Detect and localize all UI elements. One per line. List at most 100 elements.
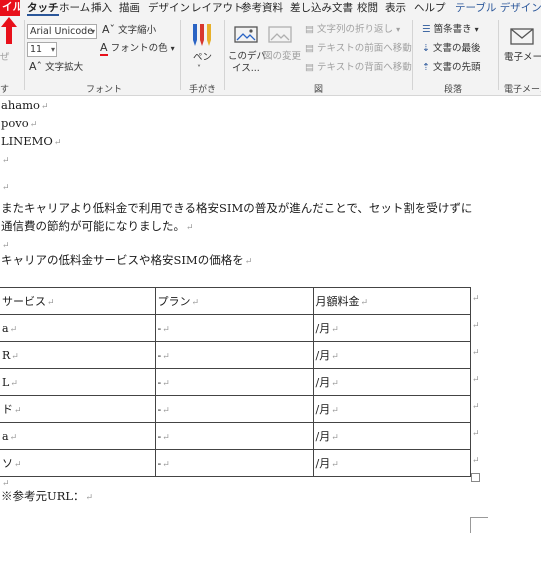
- change-picture-icon[interactable]: [268, 26, 292, 46]
- tab-references[interactable]: 参考資料: [241, 1, 283, 16]
- table-cell[interactable]: /月↵: [312, 422, 471, 450]
- paragraph-mark-icon: ↵: [186, 223, 194, 233]
- tab-table-design[interactable]: テーブル デザイン: [455, 1, 541, 16]
- table-header-row: サービス↵ プラン↵ 月額料金↵: [0, 287, 471, 315]
- wrap-text-label: 文字列の折り返し: [317, 24, 394, 35]
- cell-text: a: [2, 429, 9, 443]
- email-icon[interactable]: [510, 26, 534, 46]
- doc-line: ↵: [1, 152, 10, 168]
- font-shrink-icon: Aˇ: [102, 23, 116, 36]
- tab-review[interactable]: 校閲: [357, 1, 378, 16]
- this-device-picture-icon[interactable]: [234, 26, 258, 46]
- table-cell[interactable]: /月↵: [312, 341, 471, 369]
- tab-insert[interactable]: 挿入: [91, 1, 112, 16]
- table-cell[interactable]: a↵: [0, 314, 156, 342]
- go-to-start-button[interactable]: ⇡ 文書の先頭: [422, 62, 481, 74]
- tab-view[interactable]: 表示: [385, 1, 406, 16]
- cell-mark-icon: ↵: [191, 298, 200, 308]
- doc-line: ※参考元URL：↵: [1, 489, 93, 505]
- paragraph-mark-icon: ↵: [244, 257, 253, 267]
- doc-line-text: キャリアの低料金サービスや格安SIMの価格を: [1, 253, 244, 267]
- cell-text: プラン: [157, 295, 191, 308]
- font-grow-icon: Aˆ: [29, 60, 43, 73]
- table-cell[interactable]: -↵: [154, 422, 314, 450]
- cell-mark-icon: ↵: [331, 352, 339, 362]
- chevron-down-icon[interactable]: ˅: [197, 63, 201, 74]
- cell-mark-icon: ↵: [14, 460, 22, 470]
- cell-text: /月: [315, 430, 331, 443]
- this-device-label-1[interactable]: このデバ: [228, 51, 266, 62]
- tab-touch[interactable]: タッチ: [27, 1, 59, 16]
- row-end-mark-icon: ↵: [472, 429, 480, 439]
- font-name-value: Arial Unicode: [30, 26, 94, 37]
- cell-text: -: [157, 456, 162, 470]
- row-end-mark-icon: ↵: [472, 402, 480, 412]
- paragraph-mark-icon: ↵: [2, 241, 10, 251]
- table-cell[interactable]: a↵: [0, 422, 156, 450]
- table-cell[interactable]: /月↵: [312, 368, 471, 396]
- doc-line-text: povo: [1, 116, 29, 130]
- wrap-text-button[interactable]: ▤ 文字列の折り返し ▾: [305, 24, 400, 36]
- table-cell[interactable]: ド↵: [0, 395, 156, 423]
- table-cell[interactable]: -↵: [154, 395, 314, 423]
- table-header-cell[interactable]: 月額料金↵: [312, 287, 471, 315]
- table-cell[interactable]: R↵: [0, 341, 156, 369]
- table-cell[interactable]: -↵: [154, 341, 314, 369]
- cell-text: /月: [315, 457, 331, 470]
- table-cell[interactable]: /月↵: [312, 314, 471, 342]
- tab-file[interactable]: イル: [0, 0, 20, 16]
- this-device-label-2[interactable]: イス...: [232, 63, 260, 74]
- tab-draw[interactable]: 描画: [119, 1, 140, 16]
- red-arrow-icon: [1, 17, 17, 44]
- doc-line: またキャリアより低料金で利用できる格安SIMの普及が進んだことで、セット割を受け…: [1, 201, 472, 215]
- doc-line: ↵: [1, 179, 10, 195]
- table-cell[interactable]: ソ↵: [0, 449, 156, 477]
- go-to-start-label: 文書の先頭: [433, 62, 481, 73]
- table-cell[interactable]: L↵: [0, 368, 156, 396]
- send-backward-label: テキストの背面へ移動: [317, 62, 412, 73]
- cell-text: 月額料金: [315, 295, 360, 308]
- change-picture-label[interactable]: 図の変更: [263, 51, 301, 62]
- document-body[interactable]: ahamo↵ povo↵ LINEMO↵ ↵ ↵ またキャリアより低料金で利用で…: [0, 97, 541, 579]
- cell-text: ソ: [2, 457, 13, 470]
- tab-home[interactable]: ホーム: [59, 1, 90, 16]
- table-cell[interactable]: -↵: [154, 314, 314, 342]
- tab-help[interactable]: ヘルプ: [414, 1, 446, 16]
- cell-mark-icon: ↵: [14, 406, 22, 416]
- cell-mark-icon: ↵: [162, 405, 170, 416]
- go-to-end-label: 文書の最後: [433, 43, 481, 54]
- cell-mark-icon: ↵: [10, 378, 18, 389]
- send-backward-button[interactable]: ▤ テキストの背面へ移動: [305, 62, 412, 74]
- tab-design[interactable]: デザイン: [148, 1, 190, 16]
- grow-font-button[interactable]: Aˆ 文字拡大: [29, 61, 83, 74]
- pen-icon[interactable]: [190, 22, 214, 48]
- table-cell[interactable]: /月↵: [312, 449, 471, 477]
- send-backward-icon: ▤: [305, 62, 314, 73]
- font-name-combo[interactable]: Arial Unicode ▾: [27, 24, 97, 39]
- font-size-combo[interactable]: 11 ▾: [27, 42, 57, 57]
- email-label[interactable]: 電子メール: [504, 52, 541, 63]
- tab-mailings[interactable]: 差し込み文書: [290, 1, 353, 16]
- table-cell[interactable]: -↵: [154, 449, 314, 477]
- pen-label[interactable]: ペン: [193, 52, 212, 63]
- shrink-font-button[interactable]: Aˇ 文字縮小: [102, 24, 156, 37]
- tab-layout[interactable]: レイアウト: [191, 1, 244, 16]
- paragraph-group-label: 段落: [444, 85, 463, 95]
- doc-line: ahamo↵: [1, 98, 49, 114]
- table-cell[interactable]: -↵: [154, 368, 314, 396]
- table-cell[interactable]: /月↵: [312, 395, 471, 423]
- bullets-label: 箇条書き: [433, 24, 472, 35]
- font-color-button[interactable]: A フォントの色 ▾: [100, 41, 175, 56]
- table-row: a↵ -↵ /月↵: [0, 422, 471, 450]
- cell-mark-icon: ↵: [331, 460, 339, 470]
- price-table[interactable]: サービス↵ プラン↵ 月額料金↵ a↵ -↵ /月↵ R↵ -↵ /月↵ L↵ …: [0, 287, 471, 477]
- go-to-end-button[interactable]: ⇣ 文書の最後: [422, 43, 481, 55]
- table-header-cell[interactable]: サービス↵: [0, 287, 156, 315]
- bullets-button[interactable]: ☰ 箇条書き ▾: [422, 24, 479, 36]
- group-separator: [224, 20, 225, 90]
- table-header-cell[interactable]: プラン↵: [154, 287, 314, 315]
- bring-forward-button[interactable]: ▤ テキストの前面へ移動: [305, 43, 412, 55]
- partial-button-label[interactable]: ぜ: [0, 52, 10, 64]
- font-size-value: 11: [30, 44, 43, 55]
- table-resize-handle[interactable]: [471, 473, 480, 482]
